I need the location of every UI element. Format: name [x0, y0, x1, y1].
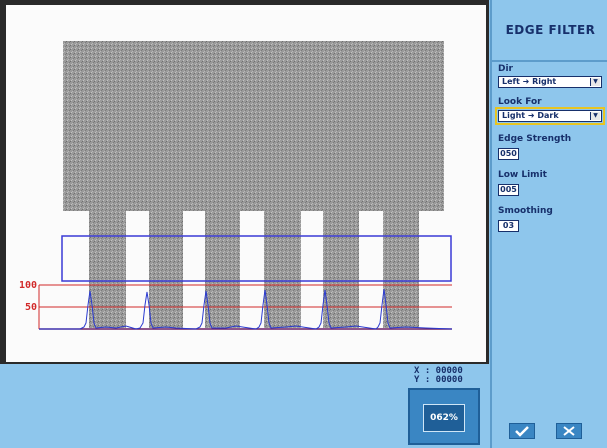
zoom-control[interactable]: 062% [408, 388, 480, 445]
image-viewport[interactable]: 100 50 [6, 5, 486, 362]
low-limit-field[interactable]: 005 [498, 184, 519, 196]
cursor-y-readout: Y : 00000 [414, 375, 463, 385]
look-for-value: Light ➜ Dark [502, 111, 559, 120]
low-limit-label: Low Limit [498, 170, 547, 180]
chevron-down-icon[interactable]: ▼ [590, 112, 600, 120]
inspection-image [38, 41, 453, 330]
cancel-button[interactable] [556, 423, 582, 439]
smoothing-label: Smoothing [498, 206, 553, 216]
panel-title: EDGE FILTER [492, 0, 607, 62]
edge-strength-label: Edge Strength [498, 134, 572, 144]
edge-filter-panel: EDGE FILTER Dir Left ➜ Right ▼ Look For … [490, 0, 607, 448]
close-icon [563, 426, 575, 436]
dir-select[interactable]: Left ➜ Right ▼ [498, 76, 602, 88]
zoom-value: 062% [423, 404, 465, 432]
chevron-down-icon[interactable]: ▼ [590, 78, 600, 86]
image-viewport-frame: 100 50 [0, 0, 489, 364]
edge-strength-field[interactable]: 050 [498, 148, 519, 160]
dir-value: Left ➜ Right [502, 77, 557, 86]
plot-label-100: 100 [19, 280, 38, 291]
dir-label: Dir [498, 64, 513, 74]
look-for-select[interactable]: Light ➜ Dark ▼ [495, 107, 605, 125]
look-for-label: Look For [498, 97, 542, 107]
check-icon [515, 426, 529, 437]
ok-button[interactable] [509, 423, 535, 439]
smoothing-field[interactable]: 03 [498, 220, 519, 232]
plot-label-50: 50 [25, 302, 38, 313]
